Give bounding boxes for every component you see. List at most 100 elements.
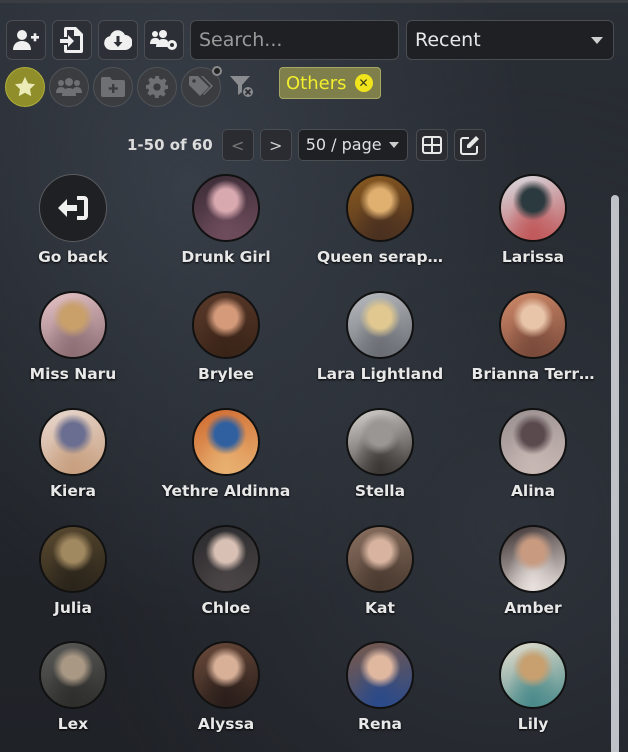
active-tag-chip[interactable]: Others ✕ <box>279 67 381 99</box>
favorites-filter[interactable] <box>5 67 45 107</box>
chevron-down-icon <box>388 142 399 148</box>
sort-select[interactable]: Recent <box>406 20 614 60</box>
character-card[interactable]: Stella <box>303 408 457 500</box>
users-icon <box>56 78 82 96</box>
chevron-down-icon <box>591 37 603 44</box>
folder-filter[interactable] <box>93 67 133 107</box>
character-card[interactable]: Chloe <box>149 525 303 617</box>
file-import-icon <box>60 27 83 53</box>
character-card[interactable]: Brylee <box>149 291 303 383</box>
star-icon <box>14 76 36 97</box>
character-card[interactable]: Lara Lightland <box>303 291 457 383</box>
grid-view-icon <box>421 136 442 154</box>
folder-plus-icon <box>101 77 125 97</box>
character-avatar <box>346 641 414 709</box>
manage-group-button[interactable] <box>144 20 184 60</box>
character-name: Yethre Aldinna <box>161 482 291 500</box>
per-page-value: 50 / page <box>305 135 382 154</box>
users-gear-icon <box>150 30 177 50</box>
character-name: Lara Lightland <box>316 365 444 383</box>
character-name: Brylee <box>198 365 254 383</box>
character-avatar <box>499 408 567 476</box>
notification-dot <box>212 66 222 76</box>
character-name: Lily <box>517 715 549 733</box>
top-divider <box>0 0 628 3</box>
tag-remove-icon[interactable]: ✕ <box>354 74 373 92</box>
search-input[interactable] <box>190 20 399 60</box>
character-card[interactable]: Miss Naru <box>0 291 150 383</box>
character-name: Larissa <box>501 248 565 266</box>
character-name: Drunk Girl <box>181 248 271 266</box>
settings-filter[interactable] <box>137 67 177 107</box>
filter-bar <box>5 66 259 107</box>
character-name: Kat <box>365 599 395 617</box>
character-card[interactable]: Kiera <box>0 408 150 500</box>
character-avatar <box>346 408 414 476</box>
character-avatar <box>346 174 414 242</box>
grid-view-button[interactable] <box>415 129 448 161</box>
character-name: Brianna Terr… <box>471 365 595 383</box>
character-name: Rena <box>358 715 402 733</box>
character-name: Miss Naru <box>29 365 117 383</box>
character-card[interactable]: Yethre Aldinna <box>149 408 303 500</box>
filter-clear-icon <box>230 76 253 97</box>
character-card[interactable]: Larissa <box>456 174 610 266</box>
user-plus-icon <box>13 30 39 50</box>
character-name: Stella <box>354 482 406 500</box>
character-card[interactable]: Julia <box>0 525 150 617</box>
character-name: Alyssa <box>197 715 255 733</box>
gear-icon <box>146 76 168 98</box>
character-card[interactable]: Alyssa <box>149 641 303 733</box>
character-avatar <box>499 174 567 242</box>
character-card[interactable]: Brianna Terr… <box>456 291 610 383</box>
prev-page-button[interactable]: < <box>221 129 254 161</box>
character-card[interactable]: Rena <box>303 641 457 733</box>
character-card[interactable]: Lex <box>0 641 150 733</box>
character-avatar <box>499 291 567 359</box>
character-card[interactable]: Kat <box>303 525 457 617</box>
character-name: Alina <box>510 482 556 500</box>
character-avatar <box>499 525 567 593</box>
groups-filter[interactable] <box>49 67 89 107</box>
scrollbar[interactable] <box>611 195 619 752</box>
create-character-button[interactable] <box>6 20 46 60</box>
page-count: 1-50 of 60 <box>127 136 213 154</box>
per-page-select[interactable]: 50 / page <box>297 129 408 161</box>
character-avatar <box>192 174 260 242</box>
sort-select-value: Recent <box>415 29 481 51</box>
character-avatar <box>39 408 107 476</box>
character-card[interactable]: Drunk Girl <box>149 174 303 266</box>
character-avatar <box>39 291 107 359</box>
go-back-icon <box>39 174 107 242</box>
character-avatar <box>39 641 107 709</box>
tags-icon <box>189 76 213 96</box>
character-card[interactable]: Queen serap… <box>303 174 457 266</box>
character-name: Amber <box>504 599 562 617</box>
character-avatar <box>192 408 260 476</box>
character-avatar <box>192 291 260 359</box>
next-page-button[interactable]: > <box>259 129 292 161</box>
edit-icon <box>459 136 479 155</box>
character-avatar <box>499 641 567 709</box>
character-avatar <box>39 525 107 593</box>
import-file-button[interactable] <box>52 20 92 60</box>
character-name: Queen serap… <box>316 248 444 266</box>
character-name: Kiera <box>50 482 96 500</box>
pagination: 1-50 of 60 < > 50 / page <box>127 129 492 161</box>
bulk-edit-button[interactable] <box>453 129 486 161</box>
character-card[interactable]: Lily <box>456 641 610 733</box>
character-avatar <box>346 525 414 593</box>
character-card[interactable]: Alina <box>456 408 610 500</box>
character-name: Chloe <box>201 599 251 617</box>
cloud-download-button[interactable] <box>98 20 138 60</box>
clear-filters-button[interactable] <box>225 67 259 107</box>
character-name: Julia <box>54 599 92 617</box>
tag-chip-label: Others <box>286 72 347 94</box>
cloud-download-icon <box>104 30 132 50</box>
character-name: Go back <box>38 248 108 266</box>
character-card[interactable]: Amber <box>456 525 610 617</box>
character-name: Lex <box>57 715 89 733</box>
character-avatar <box>192 525 260 593</box>
go-back-card[interactable]: Go back <box>0 174 150 266</box>
tags-filter[interactable] <box>181 66 222 107</box>
